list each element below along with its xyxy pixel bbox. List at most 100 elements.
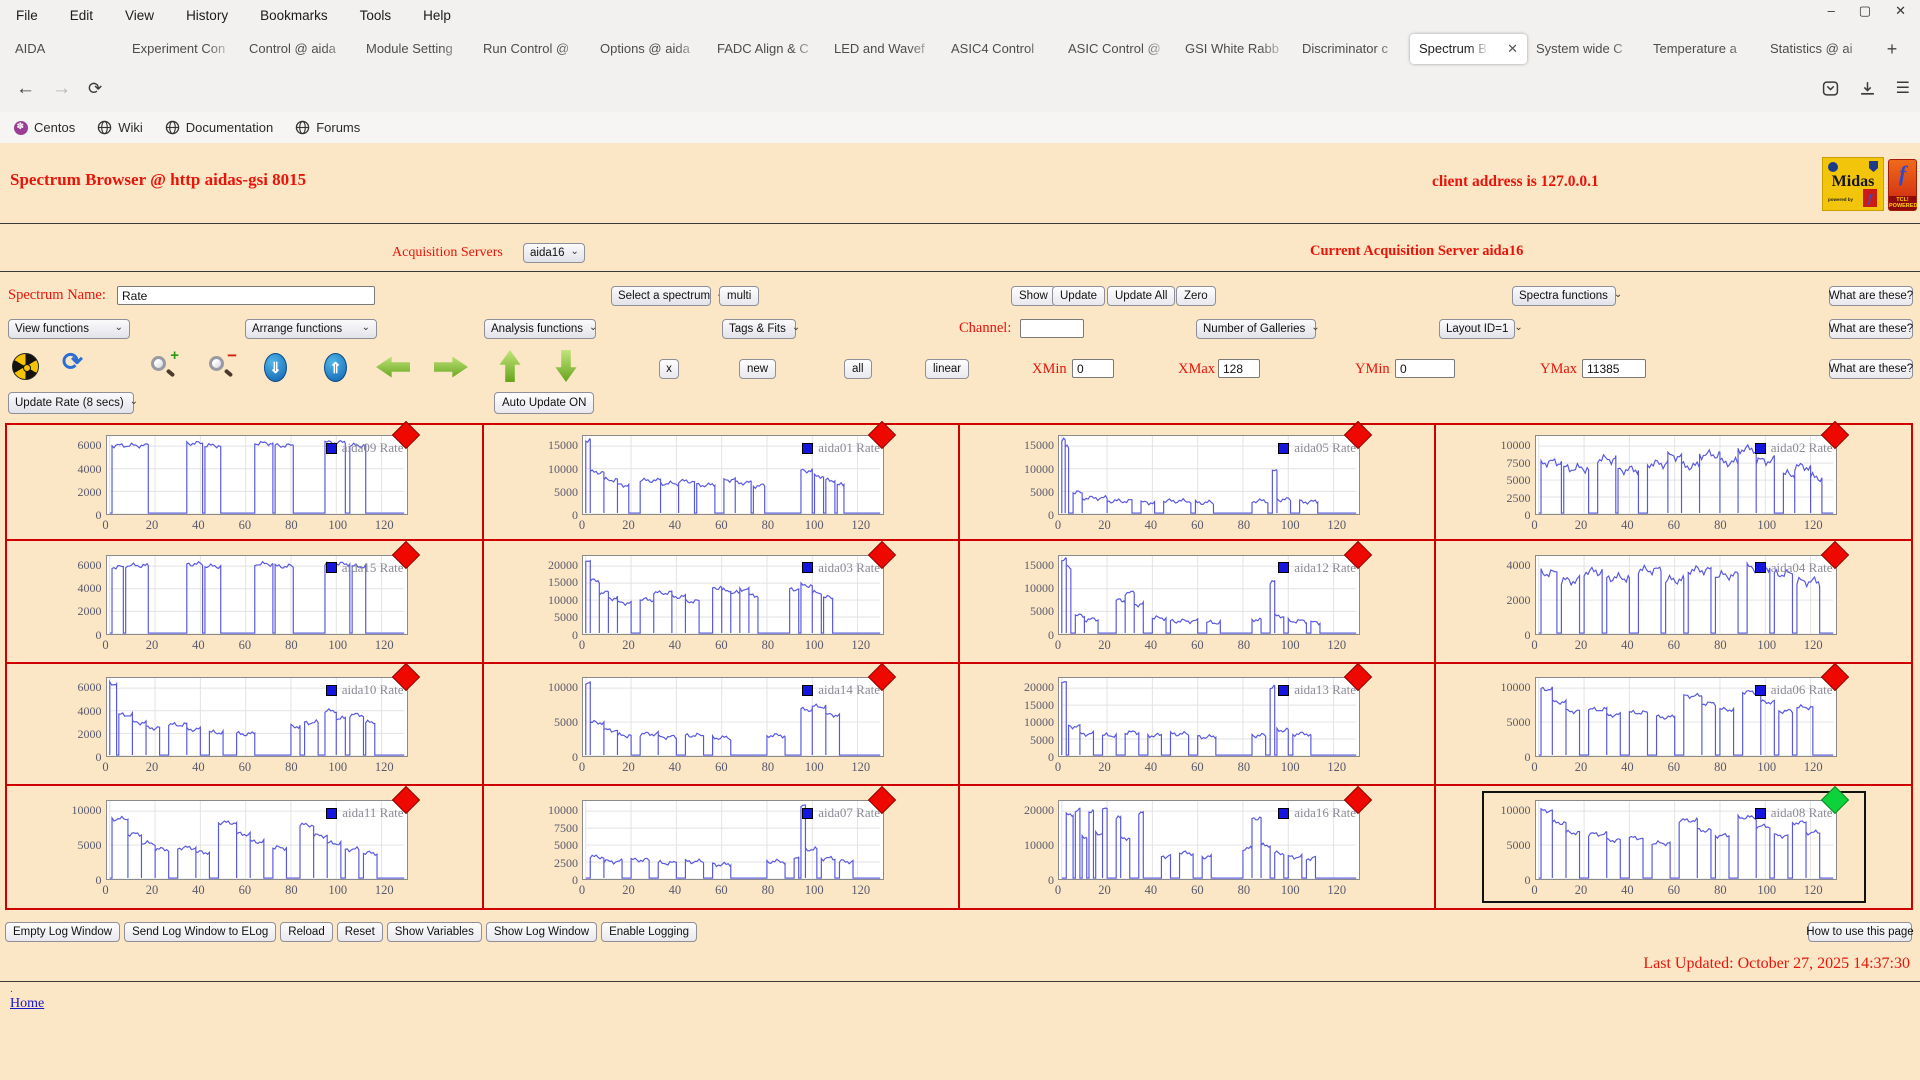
- spectrum-chart-aida11[interactable]: 1000050000020406080100120aida11 Rate: [56, 794, 434, 900]
- arrow-up-icon[interactable]: [498, 350, 522, 382]
- tab-led-and-wavef[interactable]: LED and Wavef: [825, 34, 942, 64]
- tab-statistics-ai[interactable]: Statistics @ ai: [1761, 34, 1878, 64]
- arrow-down-icon[interactable]: [554, 350, 578, 382]
- tab-asic-control[interactable]: ASIC Control @: [1059, 34, 1176, 64]
- spectrum-chart-aida09[interactable]: 6000400020000020406080100120aida09 Rate: [56, 429, 434, 535]
- what-are-these-button[interactable]: What are these?: [1829, 359, 1913, 379]
- gallery-cell-aida10[interactable]: 6000400020000020406080100120aida10 Rate: [6, 663, 483, 785]
- spectrum-chart-aida14[interactable]: 1000050000020406080100120aida14 Rate: [532, 671, 910, 777]
- menu-bookmarks[interactable]: Bookmarks: [260, 8, 328, 23]
- maximize-button[interactable]: ▢: [1859, 3, 1871, 19]
- spectrum-chart-aida01[interactable]: 150001000050000020406080100120aida01 Rat…: [532, 429, 910, 535]
- show-variables-button[interactable]: Show Variables: [387, 922, 482, 942]
- hamburger-menu-icon[interactable]: ☰: [1896, 78, 1910, 98]
- bookmark-wiki[interactable]: Wiki: [97, 120, 143, 135]
- menu-tools[interactable]: Tools: [360, 8, 392, 23]
- spectrum-chart-aida16[interactable]: 20000100000020406080100120aida16 Rate: [1008, 794, 1386, 900]
- menu-edit[interactable]: Edit: [70, 8, 93, 23]
- arrange-functions-dropdown[interactable]: Arrange functions: [245, 319, 377, 339]
- tab-gsi-white-rabb[interactable]: GSI White Rabb: [1176, 34, 1293, 64]
- spectrum-chart-aida04[interactable]: 400020000020406080100120aida04 Rate: [1485, 549, 1863, 655]
- menu-history[interactable]: History: [186, 8, 228, 23]
- gallery-cell-aida08[interactable]: 1000050000020406080100120aida08 Rate: [1435, 785, 1912, 909]
- spectrum-chart-aida12[interactable]: 150001000050000020406080100120aida12 Rat…: [1008, 549, 1386, 655]
- gallery-cell-aida13[interactable]: 20000150001000050000020406080100120aida1…: [959, 663, 1435, 785]
- download-icon[interactable]: [1859, 80, 1876, 97]
- forward-icon[interactable]: →: [52, 78, 71, 100]
- radiation-icon[interactable]: [12, 353, 39, 380]
- compress-vertical-icon[interactable]: ⇓: [264, 353, 287, 382]
- tab-options-aida[interactable]: Options @ aida: [591, 34, 708, 64]
- gallery-cell-aida14[interactable]: 1000050000020406080100120aida14 Rate: [483, 663, 959, 785]
- enable-logging-button[interactable]: Enable Logging: [601, 922, 697, 942]
- tab-fadc-align-c[interactable]: FADC Align & C: [708, 34, 825, 64]
- auto-update-button[interactable]: Auto Update ON: [494, 392, 594, 414]
- spectrum-chart-aida03[interactable]: 20000150001000050000020406080100120aida0…: [532, 549, 910, 655]
- gallery-cell-aida01[interactable]: 150001000050000020406080100120aida01 Rat…: [483, 424, 959, 540]
- gallery-cell-aida03[interactable]: 20000150001000050000020406080100120aida0…: [483, 540, 959, 663]
- reset-button[interactable]: Reset: [337, 922, 383, 942]
- show-button[interactable]: Show: [1011, 286, 1056, 306]
- empty-log-window-button[interactable]: Empty Log Window: [5, 922, 120, 942]
- spectrum-chart-aida15[interactable]: 6000400020000020406080100120aida15 Rate: [56, 549, 434, 655]
- gallery-cell-aida07[interactable]: 100007500500025000020406080100120aida07 …: [483, 785, 959, 909]
- gallery-cell-aida06[interactable]: 1000050000020406080100120aida06 Rate: [1435, 663, 1912, 785]
- menu-view[interactable]: View: [125, 8, 154, 23]
- select-spectrum-dropdown[interactable]: Select a spectrum: [611, 286, 711, 306]
- all-button[interactable]: all: [844, 359, 872, 379]
- tags-fits-dropdown[interactable]: Tags & Fits: [722, 319, 796, 339]
- gallery-cell-aida11[interactable]: 1000050000020406080100120aida11 Rate: [6, 785, 483, 909]
- expand-vertical-icon[interactable]: ⇑: [324, 353, 347, 382]
- tab-aida[interactable]: AIDA: [6, 34, 123, 64]
- spectrum-chart-aida13[interactable]: 20000150001000050000020406080100120aida1…: [1008, 671, 1386, 777]
- back-icon[interactable]: ←: [16, 78, 35, 100]
- tab-close-icon[interactable]: ✕: [1503, 34, 1518, 64]
- home-link[interactable]: Home: [10, 996, 44, 1012]
- tab-spectrum-br[interactable]: Spectrum Br✕: [1410, 34, 1527, 64]
- zero-button[interactable]: Zero: [1176, 286, 1216, 306]
- view-functions-dropdown[interactable]: View functions: [8, 319, 130, 339]
- how-to-use-button[interactable]: How to use this page: [1808, 922, 1912, 942]
- refresh-icon[interactable]: [62, 347, 83, 377]
- spectrum-chart-aida02[interactable]: 100007500500025000020406080100120aida02 …: [1485, 429, 1863, 535]
- layout-id-dropdown[interactable]: Layout ID=1: [1439, 319, 1515, 339]
- tcl-powered-logo[interactable]: f TCL!POWERED: [1888, 159, 1917, 211]
- bookmark-forums[interactable]: Forums: [295, 120, 360, 135]
- what-are-these-button[interactable]: What are these?: [1829, 319, 1913, 339]
- zoom-out-icon[interactable]: −: [208, 353, 236, 381]
- number-of-galleries-dropdown[interactable]: Number of Galleries: [1196, 319, 1316, 339]
- gallery-cell-aida04[interactable]: 400020000020406080100120aida04 Rate: [1435, 540, 1912, 663]
- zoom-in-icon[interactable]: +: [150, 353, 178, 381]
- tab-asic4-control[interactable]: ASIC4 Control: [942, 34, 1059, 64]
- menu-help[interactable]: Help: [423, 8, 451, 23]
- what-are-these-button[interactable]: What are these?: [1829, 286, 1913, 306]
- gallery-cell-aida02[interactable]: 100007500500025000020406080100120aida02 …: [1435, 424, 1912, 540]
- tab-system-wide-c[interactable]: System wide C: [1527, 34, 1644, 64]
- tab-temperature-a[interactable]: Temperature a: [1644, 34, 1761, 64]
- update-rate-dropdown[interactable]: Update Rate (8 secs): [8, 392, 134, 414]
- show-log-window-button[interactable]: Show Log Window: [486, 922, 597, 942]
- multi-button[interactable]: multi: [719, 286, 759, 306]
- gallery-cell-aida15[interactable]: 6000400020000020406080100120aida15 Rate: [6, 540, 483, 663]
- bookmark-centos[interactable]: Centos: [14, 120, 75, 135]
- tab-run-control[interactable]: Run Control @: [474, 34, 591, 64]
- midas-logo[interactable]: Midas powered by f: [1822, 157, 1884, 211]
- arrow-left-icon[interactable]: [376, 355, 410, 379]
- reload-icon[interactable]: ⟳: [88, 78, 102, 100]
- tab-experiment-con[interactable]: Experiment Con: [123, 34, 240, 64]
- pocket-save-icon[interactable]: [1822, 80, 1839, 97]
- ymax-input[interactable]: [1582, 359, 1646, 378]
- gallery-cell-aida12[interactable]: 150001000050000020406080100120aida12 Rat…: [959, 540, 1435, 663]
- reload-button[interactable]: Reload: [280, 922, 332, 942]
- new-tab-button[interactable]: +: [1878, 39, 1906, 60]
- new-button[interactable]: new: [739, 359, 776, 379]
- bookmark-documentation[interactable]: Documentation: [165, 120, 273, 135]
- linear-button[interactable]: linear: [925, 359, 969, 379]
- x-button[interactable]: x: [659, 359, 679, 379]
- spectrum-chart-aida07[interactable]: 100007500500025000020406080100120aida07 …: [532, 794, 910, 900]
- spectrum-chart-aida08[interactable]: 1000050000020406080100120aida08 Rate: [1485, 794, 1863, 900]
- gallery-cell-aida16[interactable]: 20000100000020406080100120aida16 Rate: [959, 785, 1435, 909]
- spectrum-chart-aida06[interactable]: 1000050000020406080100120aida06 Rate: [1485, 671, 1863, 777]
- close-button[interactable]: ✕: [1895, 3, 1906, 19]
- analysis-functions-dropdown[interactable]: Analysis functions: [484, 319, 596, 339]
